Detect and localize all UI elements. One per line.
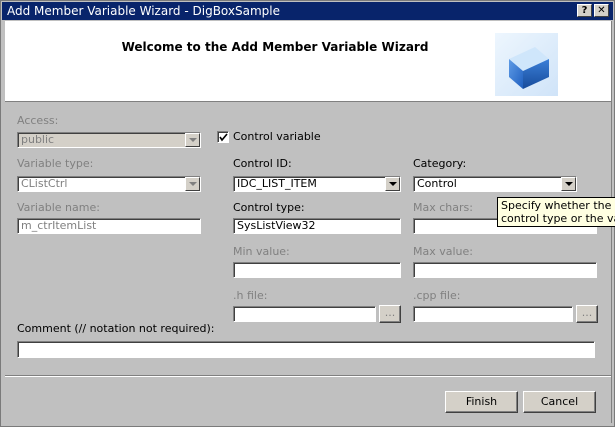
access-dropdown-arrow-icon bbox=[185, 133, 200, 147]
tooltip-line-2: control type or the va bbox=[501, 212, 615, 225]
cpp-file-browse-button[interactable]: ... bbox=[576, 305, 598, 323]
wizard-header-title: Welcome to the Add Member Variable Wizar… bbox=[121, 40, 429, 54]
tooltip-line-1: Specify whether the bbox=[501, 199, 612, 212]
category-value: Control bbox=[417, 177, 457, 190]
close-button[interactable]: ✕ bbox=[594, 4, 609, 17]
control-variable-label[interactable]: Control variable bbox=[233, 130, 321, 143]
max-value-input[interactable] bbox=[413, 262, 597, 278]
variable-name-input[interactable]: m_ctrItemList bbox=[17, 218, 201, 234]
window-title: Add Member Variable Wizard - DigBoxSampl… bbox=[7, 4, 280, 18]
wizard-window: Add Member Variable Wizard - DigBoxSampl… bbox=[0, 0, 615, 427]
max-chars-label: Max chars: bbox=[413, 201, 473, 214]
variable-name-label: Variable name: bbox=[17, 201, 100, 214]
finish-button[interactable]: Finish bbox=[445, 391, 518, 413]
category-tooltip: Specify whether the control type or the … bbox=[497, 197, 615, 227]
control-id-value: IDC_LIST_ITEM bbox=[237, 177, 317, 190]
wizard-header: Welcome to the Add Member Variable Wizar… bbox=[5, 21, 611, 102]
control-id-combo[interactable]: IDC_LIST_ITEM bbox=[233, 176, 401, 192]
variable-type-value: CListCtrl bbox=[21, 177, 68, 190]
control-variable-checkbox[interactable] bbox=[217, 131, 229, 143]
title-bar[interactable]: Add Member Variable Wizard - DigBoxSampl… bbox=[2, 2, 613, 20]
control-id-dropdown-arrow-icon[interactable] bbox=[385, 177, 400, 191]
category-label: Category: bbox=[413, 157, 467, 170]
variable-type-dropdown-arrow-icon bbox=[185, 177, 200, 191]
h-file-input[interactable] bbox=[233, 306, 376, 322]
variable-name-value: m_ctrItemList bbox=[21, 219, 97, 232]
h-file-browse-button[interactable]: ... bbox=[379, 305, 401, 323]
access-value: public bbox=[21, 133, 55, 146]
control-type-label: Control type: bbox=[233, 201, 305, 214]
control-type-value: SysListView32 bbox=[237, 219, 316, 232]
access-label: Access: bbox=[17, 114, 59, 127]
control-type-input[interactable]: SysListView32 bbox=[233, 218, 401, 234]
variable-type-combo: CListCtrl bbox=[17, 176, 201, 192]
blue-cube-icon bbox=[495, 33, 558, 96]
access-combo: public bbox=[17, 132, 201, 148]
help-button[interactable]: ? bbox=[577, 4, 592, 17]
h-file-label: .h file: bbox=[233, 289, 268, 302]
cpp-file-input[interactable] bbox=[413, 306, 573, 322]
cpp-file-label: .cpp file: bbox=[413, 289, 461, 302]
comment-input[interactable] bbox=[17, 341, 595, 358]
min-value-input[interactable] bbox=[233, 262, 401, 278]
control-id-label: Control ID: bbox=[233, 157, 292, 170]
checkmark-icon bbox=[219, 133, 228, 142]
variable-type-label: Variable type: bbox=[17, 157, 94, 170]
cancel-button[interactable]: Cancel bbox=[523, 391, 596, 413]
min-value-label: Min value: bbox=[233, 245, 290, 258]
category-combo[interactable]: Control bbox=[413, 176, 577, 192]
footer-separator bbox=[5, 375, 611, 377]
category-dropdown-arrow-icon[interactable] bbox=[561, 177, 576, 191]
max-value-label: Max value: bbox=[413, 245, 473, 258]
comment-label: Comment (// notation not required): bbox=[17, 322, 215, 335]
